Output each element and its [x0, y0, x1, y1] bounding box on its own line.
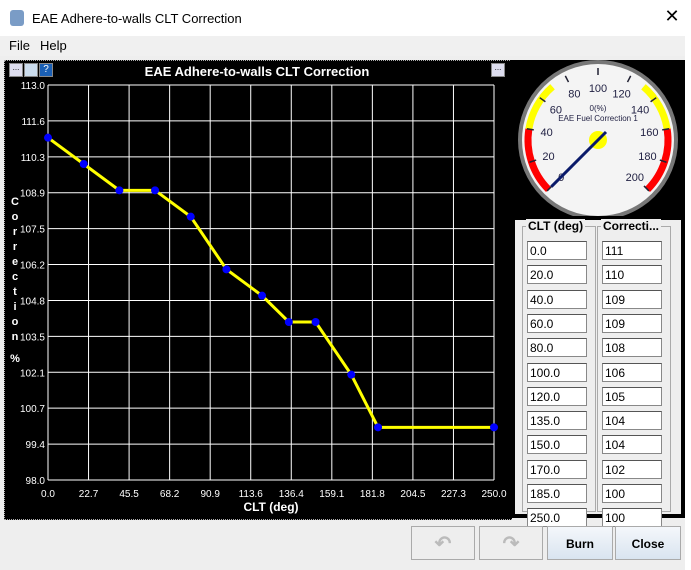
y-tick-label: 107.5: [20, 225, 45, 236]
gauge-value: 0(%): [590, 104, 607, 113]
clt-column: CLT (deg) 0.0 20.0 40.0 60.0 80.0 100.0 120.0 13…: [522, 219, 596, 528]
y-axis-label: Co r r e c t i o n%: [10, 196, 20, 365]
y-tick-label: 108.9: [20, 189, 45, 200]
correction-cell[interactable]: 105: [602, 386, 662, 406]
gauge-label: 180: [638, 151, 656, 163]
x-tick-label: 250.0: [481, 489, 506, 500]
y-tick-label: 103.5: [20, 332, 45, 343]
clt-cell[interactable]: 250.0: [527, 508, 587, 528]
x-tick-label: 204.5: [400, 489, 425, 500]
data-point[interactable]: [490, 423, 498, 432]
gauge-label: 160: [640, 127, 658, 139]
clt-cell[interactable]: 170.0: [527, 459, 587, 479]
gauge-label: 20: [542, 151, 554, 163]
x-tick-label: 45.5: [119, 489, 139, 500]
undo-button[interactable]: ↶: [411, 526, 475, 560]
data-point[interactable]: [115, 186, 124, 195]
correction-header: Correcti...: [601, 219, 662, 233]
y-tick-label: 106.2: [20, 261, 45, 272]
correction-cell[interactable]: 102: [602, 459, 662, 479]
x-axis-label: CLT (deg): [243, 500, 298, 514]
gauge-label: 40: [541, 127, 553, 139]
data-point[interactable]: [258, 291, 267, 300]
x-tick-label: 68.2: [160, 489, 180, 500]
x-tick-label: 22.7: [79, 489, 99, 500]
gauge-label: 80: [568, 89, 580, 101]
x-tick-label: 181.8: [360, 489, 385, 500]
y-tick-label: 100.7: [20, 404, 45, 415]
correction-cell[interactable]: 100: [602, 508, 662, 528]
data-point[interactable]: [186, 212, 195, 221]
data-point[interactable]: [151, 186, 160, 195]
data-point[interactable]: [284, 318, 293, 326]
correction-cell[interactable]: 108: [602, 338, 662, 358]
clt-cell[interactable]: 20.0: [527, 265, 587, 285]
clt-cell[interactable]: 40.0: [527, 289, 587, 309]
y-tick-label: 99.4: [26, 440, 46, 451]
clt-cell[interactable]: 150.0: [527, 435, 587, 455]
y-tick-label: 104.8: [20, 296, 45, 307]
data-point[interactable]: [374, 423, 383, 432]
correction-cell[interactable]: 104: [602, 435, 662, 455]
clt-cell[interactable]: 135.0: [527, 411, 587, 431]
data-point[interactable]: [222, 265, 231, 274]
y-tick-label: 110.3: [21, 153, 46, 164]
correction-cell[interactable]: 111: [602, 241, 662, 260]
correction-cell[interactable]: 109: [602, 289, 662, 309]
x-tick-label: 90.9: [200, 489, 220, 500]
redo-button[interactable]: ↷: [479, 526, 543, 560]
gauge-label: 200: [626, 172, 644, 184]
data-point[interactable]: [347, 370, 356, 379]
correction-line: [47, 136, 494, 429]
correction-cell[interactable]: 110: [602, 265, 662, 285]
gauge-label: 100: [589, 83, 607, 95]
x-tick-label: 0.0: [41, 489, 55, 500]
correction-column: Correcti... 111 110 109 109 108 106 105 104 104 10…: [597, 219, 671, 528]
correction-cell[interactable]: 109: [602, 313, 662, 333]
burn-button[interactable]: Burn: [547, 526, 613, 560]
y-tick-label: 113.0: [21, 81, 46, 92]
correction-cell[interactable]: 106: [602, 362, 662, 382]
y-tick-label: 102.1: [20, 368, 45, 379]
clt-cell[interactable]: 100.0: [527, 362, 587, 382]
clt-header: CLT (deg): [526, 219, 586, 233]
correction-cell[interactable]: 104: [602, 411, 662, 431]
x-tick-label: 136.4: [279, 489, 304, 500]
correction-cell[interactable]: 100: [602, 484, 662, 503]
clt-cell[interactable]: 80.0: [527, 338, 587, 358]
data-point[interactable]: [79, 160, 88, 168]
data-point[interactable]: [44, 133, 52, 142]
x-tick-label: 113.6: [239, 489, 264, 500]
clt-cell[interactable]: 60.0: [527, 313, 587, 333]
close-button[interactable]: Close: [615, 526, 681, 560]
fuel-correction-gauge: 020406080100120140160180200 0(%) EAE Fue…: [518, 60, 678, 216]
x-tick-label: 227.3: [441, 489, 466, 500]
clt-cell[interactable]: 185.0: [527, 484, 587, 503]
y-tick-label: 111.6: [21, 117, 45, 128]
clt-cell[interactable]: 0.0: [527, 241, 587, 260]
gauge-label: 120: [612, 89, 630, 101]
data-point[interactable]: [311, 318, 320, 326]
x-tick-label: 159.1: [319, 489, 344, 500]
y-tick-label: 98.0: [26, 476, 46, 487]
gauge-title: EAE Fuel Correction 1: [558, 114, 638, 123]
clt-cell[interactable]: 120.0: [527, 386, 587, 406]
